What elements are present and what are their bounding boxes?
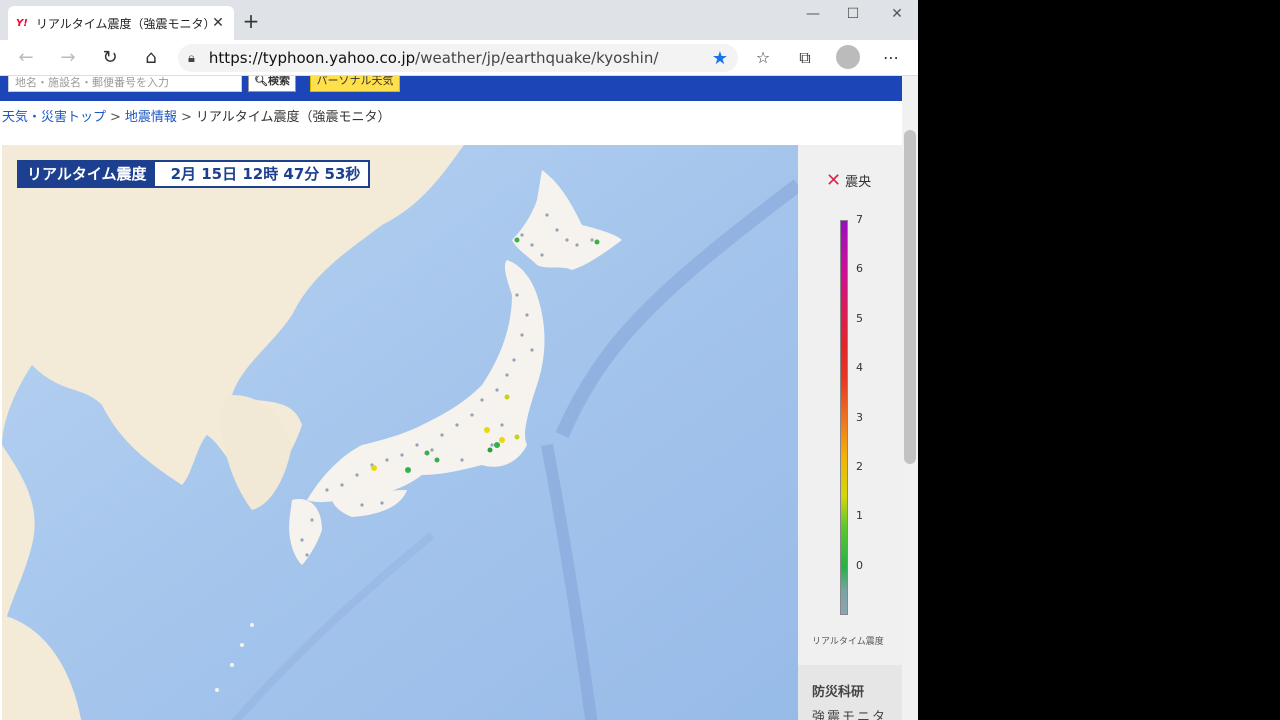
new-tab-icon[interactable]: + bbox=[240, 10, 262, 32]
provider-service: 強震モニタ bbox=[812, 710, 888, 720]
window-close-icon[interactable]: ✕ bbox=[886, 6, 908, 22]
address-bar[interactable]: 🔒︎ https://typhoon.yahoo.co.jp/weather/j… bbox=[178, 44, 738, 72]
collections-icon[interactable]: ⧉ bbox=[793, 46, 817, 70]
search-button-label: 検索 bbox=[267, 76, 290, 87]
empty-background bbox=[918, 0, 1280, 720]
scale-tick: 1 bbox=[856, 509, 863, 522]
provider-name: 防災科研 bbox=[812, 685, 865, 700]
timestamp: 2月 15日 12時 47分 53秒 bbox=[170, 165, 361, 183]
favorites-icon[interactable]: ☆ bbox=[751, 46, 775, 70]
epicenter-cross-icon: ✕ bbox=[826, 170, 842, 191]
intensity-color-scale bbox=[840, 220, 848, 615]
tab-close-icon[interactable]: ✕ bbox=[210, 15, 226, 31]
site-header: 地名・施設名・郵便番号を入力 🔍︎検索 パーソナル天気 bbox=[0, 76, 902, 101]
scale-tick: 4 bbox=[856, 361, 863, 374]
breadcrumb: 天気・災害トップ > 地震情報 > リアルタイム震度（強震モニタ） bbox=[2, 106, 390, 125]
minimize-icon[interactable]: — bbox=[802, 6, 824, 22]
tab-title: リアルタイム震度（強震モニタ） - Y bbox=[35, 16, 210, 31]
provider-logo[interactable]: 防災科研 強震モニタ bbox=[798, 665, 902, 720]
personal-weather-button[interactable]: パーソナル天気 bbox=[310, 76, 400, 92]
scale-tick: 6 bbox=[856, 262, 863, 275]
web-page: 地名・施設名・郵便番号を入力 🔍︎検索 パーソナル天気 天気・災害トップ > 地震情… bbox=[0, 76, 902, 720]
scale-tick: 0 bbox=[856, 559, 863, 572]
browser-window: Y! リアルタイム震度（強震モニタ） - Y ✕ + — ☐ ✕ ← → ↻ ⌂… bbox=[0, 0, 918, 720]
maximize-icon[interactable]: ☐ bbox=[842, 6, 864, 22]
map-canvas bbox=[2, 145, 798, 720]
scale-tick: 7 bbox=[856, 213, 863, 226]
realtime-intensity-label: リアルタイム震度 bbox=[19, 162, 155, 186]
url-path: /weather/jp/earthquake/kyoshin/ bbox=[415, 49, 659, 67]
breadcrumb-separator: > bbox=[180, 110, 192, 125]
time-display: リアルタイム震度 2月 15日 12時 47分 53秒 bbox=[17, 160, 371, 188]
scale-tick: 3 bbox=[856, 411, 863, 424]
epicenter-label: 震央 bbox=[845, 175, 872, 190]
location-search-input[interactable]: 地名・施設名・郵便番号を入力 bbox=[8, 76, 242, 92]
epicenter-legend: ✕ 震央 bbox=[826, 170, 871, 191]
tab-bar: Y! リアルタイム震度（強震モニタ） - Y ✕ + — ☐ ✕ bbox=[0, 0, 918, 40]
back-icon[interactable]: ← bbox=[14, 46, 38, 70]
reload-icon[interactable]: ↻ bbox=[98, 46, 122, 70]
intensity-legend: ✕ 震央 7 6 5 4 3 2 1 0 リアルタイム震度 防災科研 強震モニタ bbox=[798, 145, 902, 720]
realtime-intensity-map[interactable]: リアルタイム震度 2月 15日 12時 47分 53秒 bbox=[2, 145, 798, 720]
scale-tick: 2 bbox=[856, 460, 863, 473]
favorite-star-icon[interactable]: ★ bbox=[712, 48, 728, 69]
more-menu-icon[interactable]: ⋯ bbox=[879, 46, 903, 70]
scale-tick: 5 bbox=[856, 312, 863, 325]
search-button[interactable]: 🔍︎検索 bbox=[248, 76, 296, 92]
scale-label: リアルタイム震度 bbox=[812, 637, 884, 647]
scrollbar-thumb[interactable] bbox=[904, 130, 916, 464]
profile-avatar[interactable] bbox=[836, 45, 860, 69]
home-icon[interactable]: ⌂ bbox=[139, 46, 163, 70]
page-scrollbar[interactable] bbox=[902, 76, 918, 720]
yahoo-favicon-icon: Y! bbox=[16, 17, 28, 29]
breadcrumb-separator: > bbox=[110, 110, 121, 125]
address-toolbar: ← → ↻ ⌂ 🔒︎ https://typhoon.yahoo.co.jp/w… bbox=[0, 40, 918, 76]
browser-tab[interactable]: Y! リアルタイム震度（強震モニタ） - Y ✕ bbox=[8, 6, 234, 40]
breadcrumb-weather-top[interactable]: 天気・災害トップ bbox=[2, 110, 106, 125]
forward-icon[interactable]: → bbox=[56, 46, 80, 70]
search-icon: 🔍︎ bbox=[254, 76, 268, 87]
breadcrumb-current: リアルタイム震度（強震モニタ） bbox=[195, 110, 391, 125]
lock-icon[interactable]: 🔒︎ bbox=[188, 51, 195, 66]
url-host: https://typhoon.yahoo.co.jp bbox=[208, 49, 416, 67]
breadcrumb-earthquake-info[interactable]: 地震情報 bbox=[125, 110, 177, 125]
url-text[interactable]: https://typhoon.yahoo.co.jp/weather/jp/e… bbox=[209, 49, 712, 67]
